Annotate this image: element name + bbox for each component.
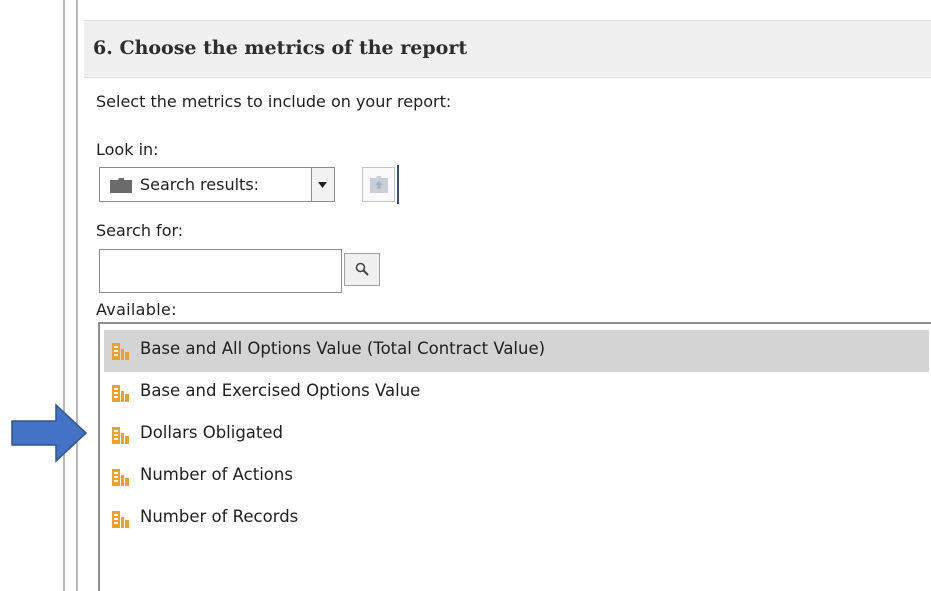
look-in-label: Look in: xyxy=(96,140,159,159)
toolbar-edge xyxy=(397,165,399,204)
list-item-label: Number of Actions xyxy=(140,465,293,484)
metric-icon xyxy=(112,469,129,486)
list-item[interactable]: Base and All Options Value (Total Contra… xyxy=(104,330,929,372)
list-item-label: Base and Exercised Options Value xyxy=(140,381,421,400)
metric-icon xyxy=(112,343,129,360)
chevron-down-icon xyxy=(318,182,327,188)
report-wizard-page: 6. Choose the metrics of the report Sele… xyxy=(0,0,931,591)
available-label: Available: xyxy=(96,300,177,319)
search-label: Search for: xyxy=(96,221,184,240)
search-input[interactable] xyxy=(99,249,342,293)
list-item[interactable]: Dollars Obligated xyxy=(104,414,929,456)
list-item-label: Base and All Options Value (Total Contra… xyxy=(140,339,546,358)
metric-icon xyxy=(112,427,129,444)
frame-divider xyxy=(63,0,65,591)
metric-icon xyxy=(112,385,129,402)
section-title: 6. Choose the metrics of the report xyxy=(93,37,468,59)
section-header: 6. Choose the metrics of the report xyxy=(84,20,931,78)
frame-divider xyxy=(76,0,78,591)
search-button[interactable] xyxy=(344,253,380,286)
look-in-dropdown[interactable]: Search results: xyxy=(99,167,335,202)
list-item[interactable]: Number of Records xyxy=(104,498,929,540)
list-item-label: Dollars Obligated xyxy=(140,423,284,442)
list-item-label: Number of Records xyxy=(140,507,299,526)
look-in-dropdown-button[interactable] xyxy=(311,168,334,201)
instruction-text: Select the metrics to include on your re… xyxy=(96,92,452,111)
search-icon xyxy=(355,262,369,276)
arrow-right-icon xyxy=(11,403,88,463)
folder-up-icon xyxy=(370,176,388,193)
look-in-value: Search results: xyxy=(140,175,260,194)
metric-icon xyxy=(112,511,129,528)
folder-icon xyxy=(110,178,132,193)
metrics-panel: 6. Choose the metrics of the report Sele… xyxy=(84,0,931,591)
available-metrics-list[interactable]: Base and All Options Value (Total Contra… xyxy=(98,322,931,591)
list-item[interactable]: Base and Exercised Options Value xyxy=(104,372,929,414)
list-item[interactable]: Number of Actions xyxy=(104,456,929,498)
parent-folder-button[interactable] xyxy=(362,167,395,202)
